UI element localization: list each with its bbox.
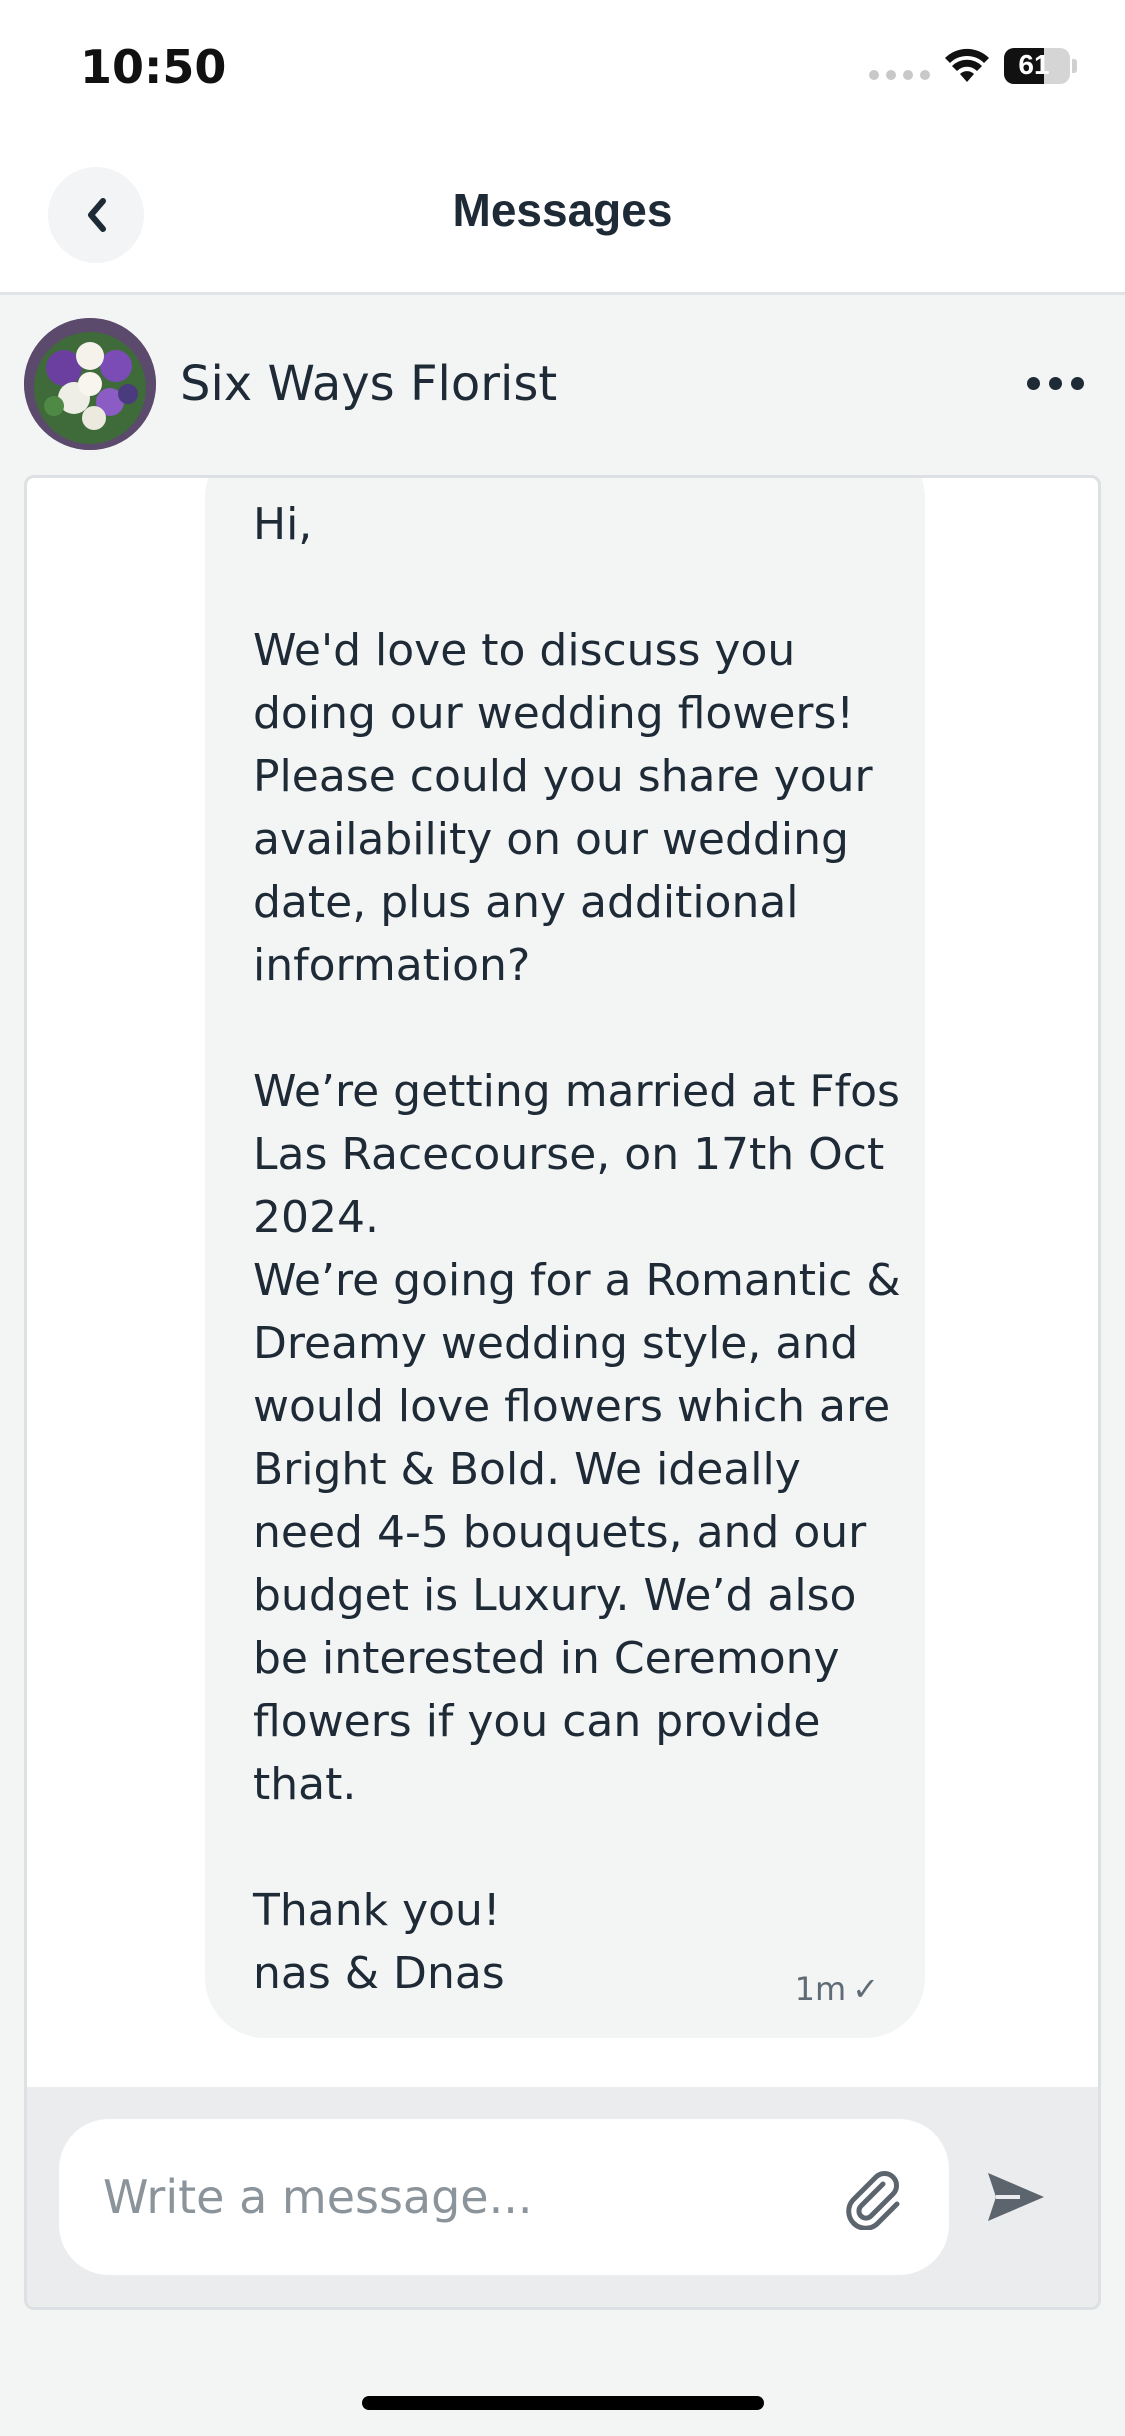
paperclip-icon[interactable] [839, 2164, 905, 2230]
message-text: Hi, We'd love to discuss you doing our w… [253, 499, 901, 1999]
message-time: 1m [794, 1970, 847, 2008]
more-horizontal-icon [1026, 376, 1040, 390]
signal-icon [869, 70, 930, 80]
battery-level: 61 [1018, 49, 1050, 80]
message-bubble[interactable]: Hi, We'd love to discuss you doing our w… [205, 478, 925, 2038]
battery-icon: 61 [1004, 48, 1077, 84]
status-icons: 61 [869, 48, 1077, 84]
more-options-button[interactable] [1015, 358, 1095, 408]
nav-header: Messages [0, 135, 1125, 295]
message-meta: 1m ✓ [795, 1970, 879, 2008]
page-title: Messages [452, 184, 673, 236]
message-input-container[interactable] [59, 2119, 949, 2275]
avatar[interactable] [24, 318, 156, 450]
florist-avatar-image [24, 318, 156, 450]
message-input[interactable] [103, 2119, 803, 2275]
wifi-icon [945, 48, 989, 82]
chat-panel: Hi, We'd love to discuss you doing our w… [24, 475, 1101, 2310]
delivered-check-icon: ✓ [852, 1970, 879, 2008]
status-time: 10:50 [80, 40, 227, 94]
contact-name[interactable]: Six Ways Florist [180, 356, 557, 412]
battery-body: 61 [1004, 48, 1070, 84]
send-icon[interactable] [984, 2165, 1048, 2229]
contact-header: Six Ways Florist [0, 298, 1125, 470]
battery-tip [1072, 59, 1077, 73]
status-bar: 10:50 61 [0, 0, 1125, 135]
home-indicator[interactable] [362, 2396, 764, 2410]
message-composer [27, 2087, 1098, 2307]
